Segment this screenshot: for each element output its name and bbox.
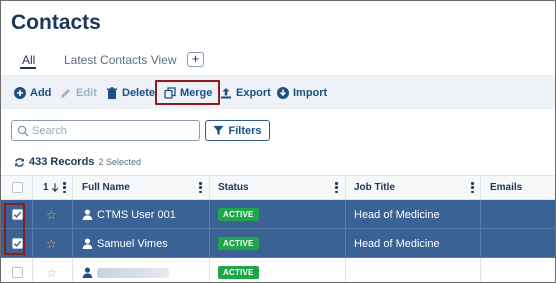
person-icon bbox=[82, 267, 93, 278]
edit-button[interactable]: Edit bbox=[60, 84, 97, 101]
redacted-name bbox=[97, 267, 169, 278]
filters-button-label: Filters bbox=[228, 124, 262, 137]
contact-name[interactable]: Samuel Vimes bbox=[97, 238, 168, 250]
edit-button-label: Edit bbox=[76, 86, 97, 99]
merge-icon bbox=[164, 86, 176, 99]
export-icon bbox=[221, 87, 231, 98]
selected-count: 2 Selected bbox=[98, 157, 141, 167]
person-icon bbox=[82, 238, 93, 249]
delete-button[interactable]: Delete bbox=[106, 84, 155, 101]
record-count: 433 Records bbox=[29, 156, 95, 168]
import-button-label: Import bbox=[293, 86, 328, 99]
add-view-button[interactable]: + bbox=[187, 52, 204, 67]
job-title-menu-icon[interactable] bbox=[471, 182, 474, 193]
records-summary: 433 Records 2 Selected bbox=[14, 156, 141, 168]
search-icon bbox=[17, 125, 29, 136]
job-title-cell: Head of Medicine bbox=[354, 208, 440, 221]
select-all-cell bbox=[12, 176, 23, 199]
sort-down-icon bbox=[51, 182, 58, 192]
sort-column-header[interactable]: 1 bbox=[43, 176, 59, 199]
status-badge: ACTIVE bbox=[218, 208, 259, 221]
trash-icon bbox=[107, 86, 117, 99]
merge-button[interactable]: Merge bbox=[155, 80, 221, 105]
column-header-emails[interactable]: Emails bbox=[490, 176, 522, 199]
export-button-label: Export bbox=[236, 86, 271, 99]
status-badge: ACTIVE bbox=[218, 237, 259, 250]
search-box[interactable] bbox=[11, 120, 200, 141]
delete-button-label: Delete bbox=[122, 86, 156, 99]
filters-button[interactable]: Filters bbox=[205, 120, 270, 141]
sort-column-label: 1 bbox=[43, 182, 49, 193]
sort-column-menu-icon[interactable] bbox=[63, 182, 66, 193]
refresh-icon[interactable] bbox=[14, 157, 25, 168]
page-title: Contacts bbox=[11, 11, 101, 34]
search-input[interactable] bbox=[32, 124, 192, 137]
add-button-label: Add bbox=[30, 86, 52, 99]
export-button[interactable]: Export bbox=[220, 84, 271, 101]
contacts-window: Contacts All Latest Contacts View + Add … bbox=[0, 0, 556, 283]
table-row[interactable]: ☆ ACTIVE bbox=[1, 258, 555, 282]
favorite-star-icon[interactable]: ☆ bbox=[46, 237, 57, 251]
row-checkbox[interactable] bbox=[12, 267, 23, 278]
contact-name[interactable]: CTMS User 001 bbox=[97, 209, 176, 221]
toolbar: Add Edit Delete Merge Export Import bbox=[1, 75, 555, 109]
table-row[interactable]: ☆ Samuel Vimes ACTIVE Head of Medicine bbox=[1, 229, 555, 258]
favorite-star-icon[interactable]: ☆ bbox=[46, 266, 57, 280]
selected-checkboxes-highlight bbox=[4, 203, 25, 255]
column-header-status[interactable]: Status bbox=[218, 176, 249, 199]
status-menu-icon[interactable] bbox=[335, 182, 338, 193]
select-all-checkbox[interactable] bbox=[12, 182, 23, 193]
full-name-menu-icon[interactable] bbox=[199, 182, 202, 193]
column-header-full-name[interactable]: Full Name bbox=[82, 176, 130, 199]
pencil-icon bbox=[61, 88, 70, 98]
import-button[interactable]: Import bbox=[277, 84, 327, 101]
table-row[interactable]: ☆ CTMS User 001 ACTIVE Head of Medicine bbox=[1, 200, 555, 229]
plus-circle-icon bbox=[14, 86, 26, 99]
active-tab-underline bbox=[20, 67, 36, 69]
person-icon bbox=[82, 209, 93, 220]
import-icon bbox=[277, 86, 289, 99]
view-tabs: All Latest Contacts View + bbox=[1, 51, 555, 73]
tab-all[interactable]: All bbox=[22, 53, 35, 67]
filter-icon bbox=[213, 125, 225, 136]
add-button[interactable]: Add bbox=[14, 84, 51, 101]
merge-button-label: Merge bbox=[180, 86, 213, 99]
favorite-star-icon[interactable]: ☆ bbox=[46, 208, 57, 222]
table-header: 1 Full Name Status Job Title Emails bbox=[1, 175, 555, 200]
job-title-cell: Head of Medicine bbox=[354, 237, 440, 250]
status-badge: ACTIVE bbox=[218, 266, 259, 279]
tab-latest-contacts-view[interactable]: Latest Contacts View bbox=[64, 53, 177, 67]
column-header-job-title[interactable]: Job Title bbox=[354, 176, 395, 199]
